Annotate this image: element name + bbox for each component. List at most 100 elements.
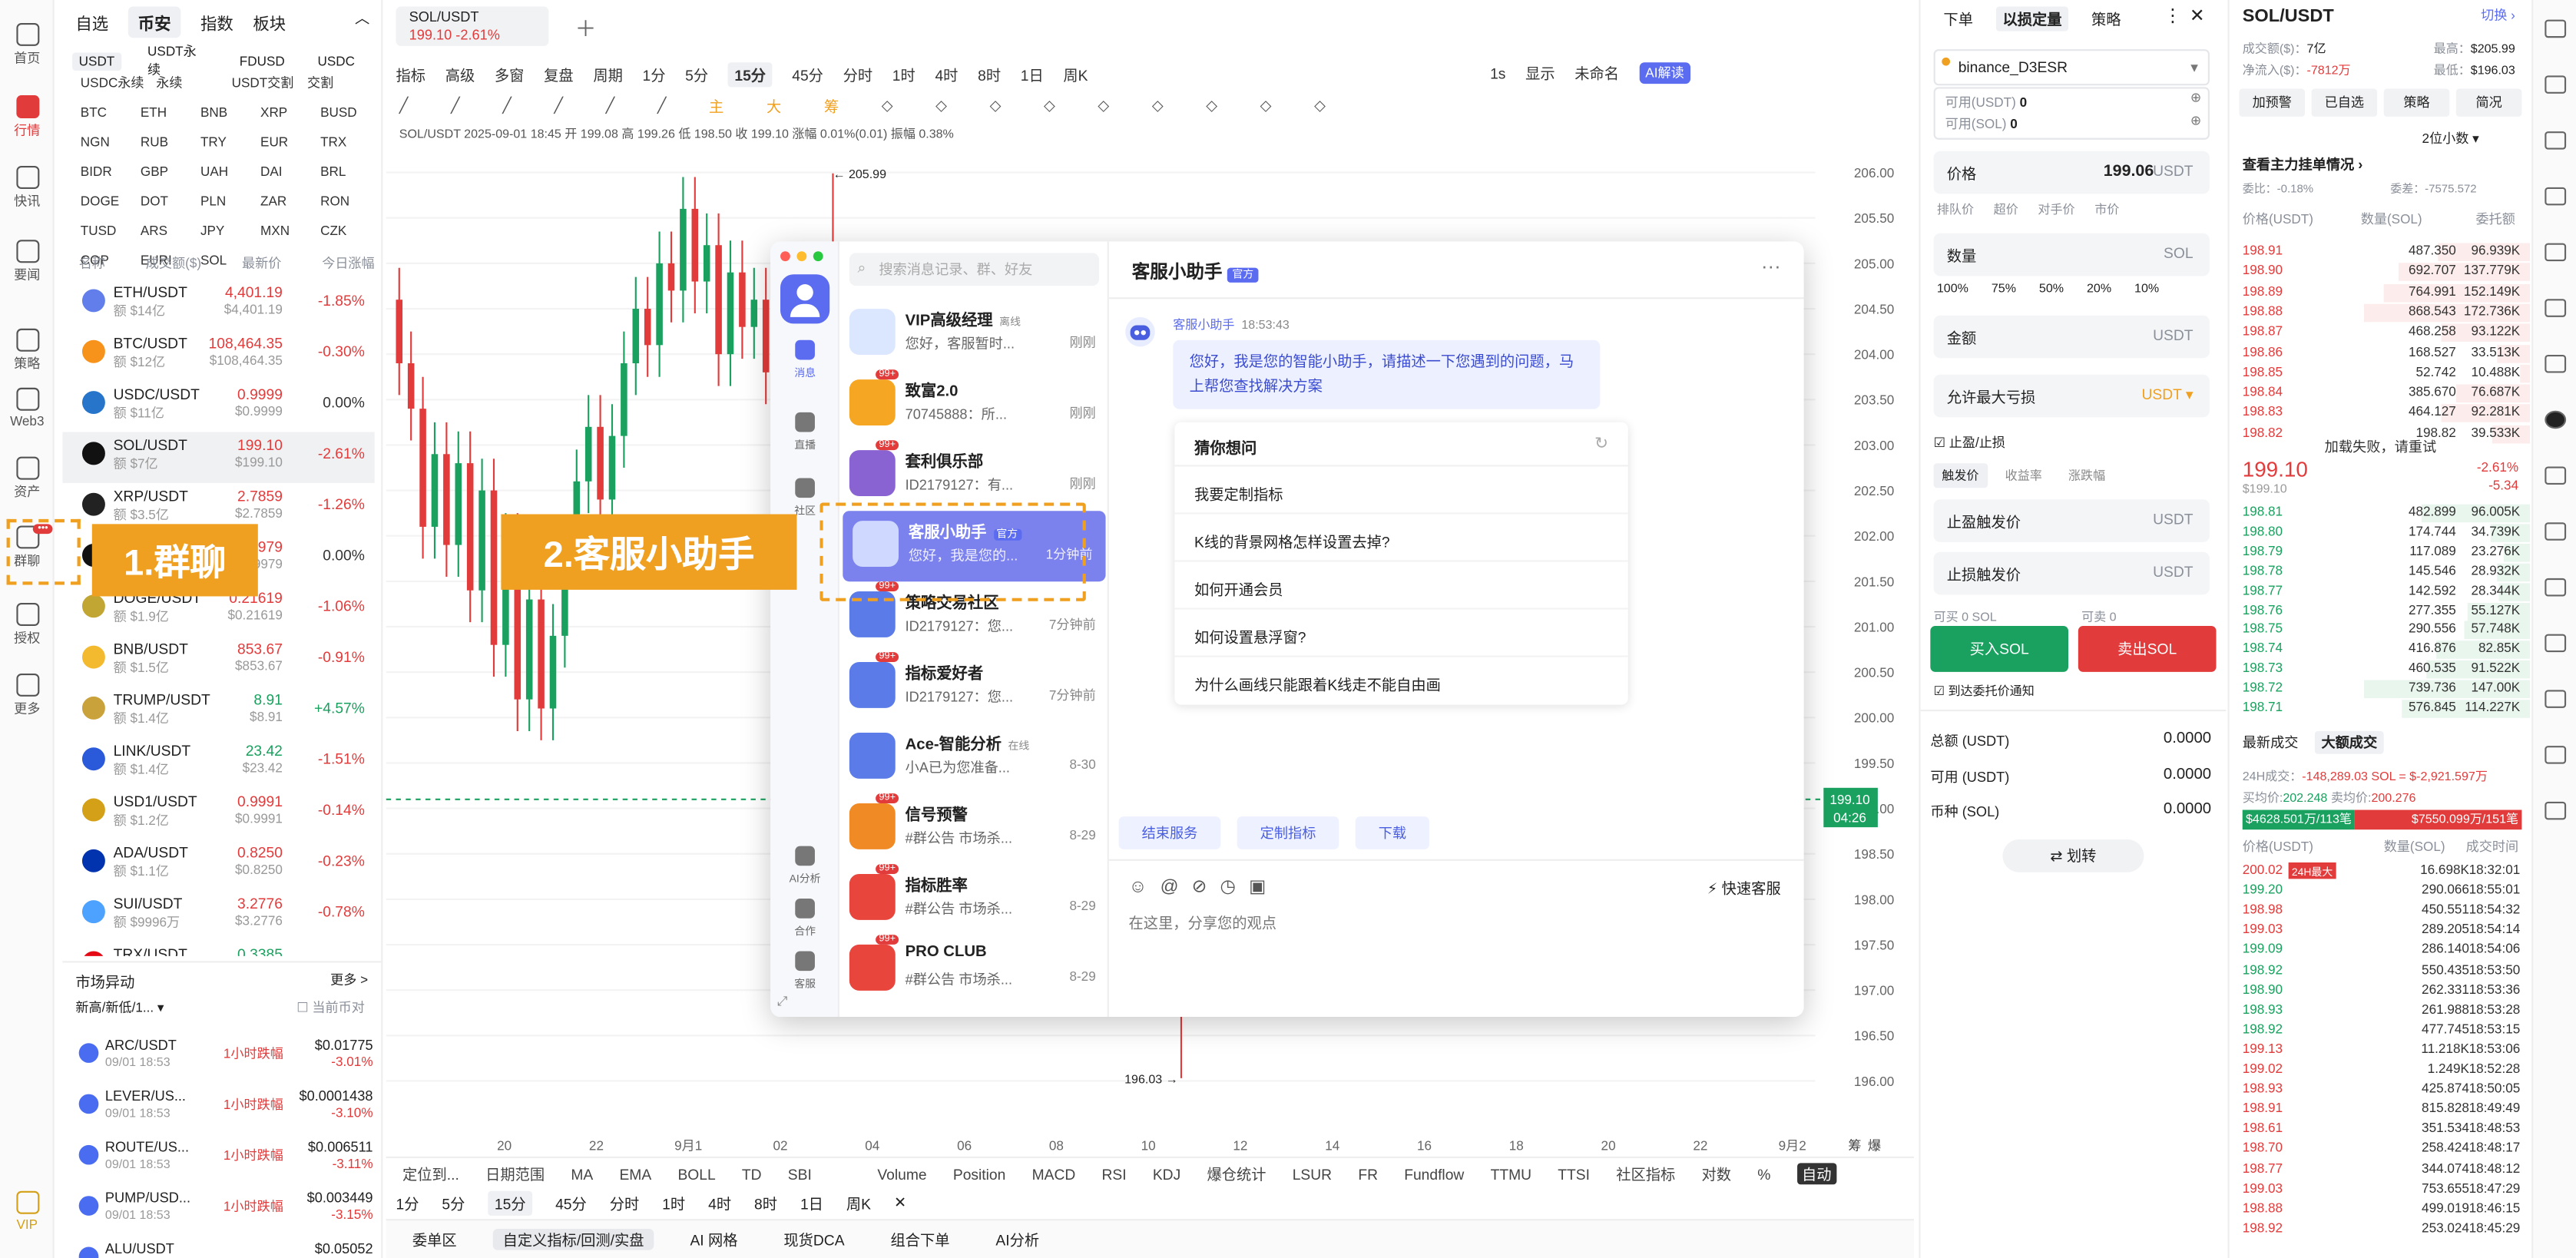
- ray-tool-icon[interactable]: ╱: [451, 97, 460, 115]
- col-price[interactable]: 最新价: [242, 255, 281, 273]
- indicator-button[interactable]: 社区指标: [1616, 1163, 1675, 1184]
- chat-side-service[interactable]: 客服: [770, 951, 839, 991]
- amount-input[interactable]: 金额 USDT: [1933, 315, 2210, 359]
- period-button[interactable]: 4时: [708, 1193, 731, 1214]
- quote-chip[interactable]: ARS: [135, 217, 195, 247]
- price-option[interactable]: 对手价: [2038, 200, 2074, 219]
- quote-chip[interactable]: NGN: [75, 128, 135, 158]
- news-icon[interactable]: [2545, 243, 2567, 262]
- ask-row[interactable]: 198.87 468.258 93.122K: [2230, 323, 2531, 343]
- pencil-tool-icon[interactable]: ╱: [399, 97, 409, 115]
- indicator-button[interactable]: RSI: [1102, 1166, 1127, 1182]
- conversation-item[interactable]: 99+ PRO CLUB #群公告 市场杀... 8-29: [839, 935, 1109, 1005]
- switch-link[interactable]: 切换 ›: [2481, 7, 2515, 25]
- message-input[interactable]: 在这里，分享您的观点: [1128, 912, 1276, 933]
- percent-button[interactable]: 10%: [2134, 281, 2159, 296]
- more-options-icon[interactable]: ···: [1761, 255, 1781, 278]
- indicator-button[interactable]: FR: [1358, 1166, 1378, 1182]
- clock-icon[interactable]: [2545, 522, 2567, 541]
- toolbar-item[interactable]: 1日: [1021, 64, 1044, 85]
- chart-icon[interactable]: [2545, 75, 2567, 94]
- quote-subtab[interactable]: USDT: [72, 51, 121, 70]
- quote-chip[interactable]: RUB: [135, 128, 195, 158]
- down-icon[interactable]: [2545, 634, 2567, 653]
- ask-row[interactable]: 198.85 52.742 10.488K: [2230, 364, 2531, 382]
- trigger-tab[interactable]: 涨跌幅: [2060, 463, 2114, 488]
- chat-action-button[interactable]: 结束服务: [1118, 816, 1221, 849]
- overlay-button[interactable]: 筹: [824, 95, 839, 117]
- book-button[interactable]: 简况: [2455, 88, 2522, 117]
- quote-chip[interactable]: RON: [316, 187, 376, 217]
- toolbar-right-item[interactable]: 未命名: [1574, 62, 1619, 84]
- percent-button[interactable]: 100%: [1937, 281, 1968, 296]
- close-dot-icon[interactable]: [780, 251, 790, 262]
- quote-chip[interactable]: DOGE: [75, 187, 135, 217]
- fib-tool-icon[interactable]: ╱: [657, 97, 667, 115]
- price-option[interactable]: 市价: [2094, 200, 2119, 219]
- chat-side-message[interactable]: 消息: [770, 339, 839, 379]
- coin-row[interactable]: SOL/USDT 额 $7亿 199.10 $199.10 -2.61%: [62, 432, 375, 483]
- quote-chip[interactable]: XRP: [256, 98, 316, 128]
- nav-headlines[interactable]: 要闻: [0, 240, 55, 284]
- trigger-tab[interactable]: 触发价: [1933, 463, 1988, 488]
- vip-button[interactable]: VIP: [0, 1190, 55, 1232]
- toolbar-item[interactable]: 15分: [727, 62, 773, 88]
- indicator-button[interactable]: 日期范围: [485, 1163, 545, 1184]
- period-button[interactable]: 周K: [846, 1193, 871, 1214]
- market-tab[interactable]: 指数: [200, 10, 233, 35]
- quote-chip[interactable]: DAI: [256, 157, 316, 187]
- book-button[interactable]: 加预警: [2239, 88, 2306, 117]
- quote-chip[interactable]: BRL: [316, 157, 376, 187]
- bottom-tab[interactable]: 自定义指标/回测/实盘: [492, 1228, 654, 1250]
- quote-chip[interactable]: TRX: [316, 128, 376, 158]
- conversation-item[interactable]: 99+ 信号预警 #群公告 市场杀... 8-29: [839, 793, 1109, 864]
- order-tab[interactable]: 以损定量: [1995, 6, 2069, 31]
- coin-row[interactable]: LINK/USDT 额 $1.4亿 23.42 $23.42 -1.51%: [62, 737, 374, 788]
- market-tab[interactable]: 板块: [253, 10, 286, 35]
- indicator-button[interactable]: MACD: [1032, 1166, 1076, 1182]
- ask-row[interactable]: 198.83 464.127 92.281K: [2230, 405, 2531, 423]
- order-tab[interactable]: 策略: [2091, 8, 2121, 30]
- bot-icon[interactable]: [2545, 355, 2567, 373]
- quote-chip[interactable]: BTC: [75, 98, 135, 128]
- bid-row[interactable]: 198.81 482.899 96.005K: [2230, 504, 2531, 523]
- quote-chip[interactable]: BNB: [196, 98, 256, 128]
- period-button[interactable]: 1时: [662, 1193, 685, 1214]
- ask-row[interactable]: 198.88 868.543 172.736K: [2230, 303, 2531, 323]
- up-icon[interactable]: [2545, 578, 2567, 597]
- bottom-tab[interactable]: 现货DCA: [774, 1229, 855, 1250]
- coin-row[interactable]: BNB/USDT 额 $1.5亿 853.67 $853.67 -0.91%: [62, 636, 374, 687]
- nav-web3[interactable]: Web3: [0, 387, 55, 429]
- brush-icon[interactable]: ◇: [935, 97, 947, 115]
- overlay-button[interactable]: 大: [767, 95, 781, 117]
- faq-question[interactable]: 如何开通会员: [1194, 578, 1283, 600]
- mover-row[interactable]: ARC/USDT 09/01 18:53 1小时跌幅 $0.01775 -3.01%: [72, 1031, 376, 1082]
- bid-row[interactable]: 198.76 277.355 55.127K: [2230, 601, 2531, 621]
- indicator-button[interactable]: 爆仓统计: [1207, 1163, 1266, 1184]
- text-icon[interactable]: ◇: [990, 97, 1002, 115]
- book-button[interactable]: 策略: [2383, 88, 2450, 117]
- refresh-icon[interactable]: ↻: [1594, 435, 1608, 454]
- at-icon[interactable]: @: [1161, 876, 1179, 896]
- coin-row[interactable]: TRX/USDT 0.3385 -1.07%: [62, 942, 374, 956]
- quote-chip[interactable]: USDT交割: [227, 69, 302, 99]
- toolbar-item[interactable]: 复盘: [544, 64, 574, 85]
- market-tab[interactable]: 币安: [127, 6, 181, 38]
- ask-row[interactable]: 198.90 692.707 137.779K: [2230, 263, 2531, 282]
- sell-button[interactable]: 卖出SOL: [2078, 625, 2217, 672]
- toolbar-right-item[interactable]: 显示: [1525, 62, 1555, 84]
- current-pair-checkbox[interactable]: ☐ 当前币对: [296, 999, 365, 1018]
- quote-chip[interactable]: BIDR: [75, 157, 135, 187]
- price-input[interactable]: 价格 199.06 USDT: [1933, 151, 2210, 194]
- add-sol-icon[interactable]: ⊕: [2190, 114, 2201, 128]
- percent-button[interactable]: 75%: [1992, 281, 2016, 296]
- coin-row[interactable]: TRUMP/USDT 额 $1.4亿 8.91 $8.91 +4.57%: [62, 687, 374, 737]
- indicator-button[interactable]: MA: [571, 1166, 593, 1182]
- nav-market[interactable]: 行情: [0, 95, 55, 140]
- toolbar-item[interactable]: 1分: [643, 64, 666, 85]
- bars-icon[interactable]: [2545, 690, 2567, 708]
- conversation-item[interactable]: 99+ 指标爱好者 ID2179127：您... 7分钟前: [839, 652, 1109, 723]
- quote-chip[interactable]: USDC永续: [75, 69, 151, 99]
- list-icon[interactable]: [2545, 131, 2567, 150]
- account-select[interactable]: binance_D3ESR ▾: [1933, 49, 2210, 86]
